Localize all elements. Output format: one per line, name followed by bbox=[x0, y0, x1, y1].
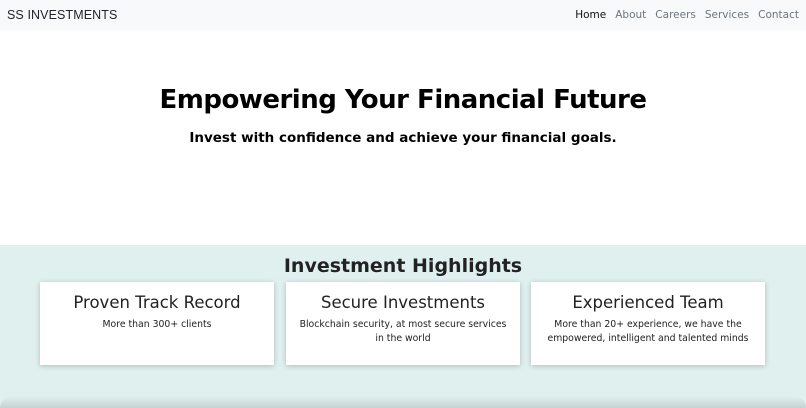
nav-link-contact[interactable]: Contact bbox=[758, 9, 799, 21]
card-title: Secure Investments bbox=[320, 293, 486, 312]
card-title: Experienced Team bbox=[572, 293, 724, 312]
highlight-card-track-record: Proven Track Record More than 300+ clien… bbox=[40, 282, 274, 365]
card-title: Proven Track Record bbox=[73, 293, 241, 312]
card-text: Blockchain security, at most secure serv… bbox=[299, 319, 507, 344]
nav-link-careers[interactable]: Careers bbox=[655, 9, 696, 21]
highlight-card-experienced-team: Experienced Team More than 20+ experienc… bbox=[531, 282, 765, 365]
nav-links: Home About Careers Services Contact bbox=[566, 9, 799, 21]
navbar: SS INVESTMENTS Home About Careers Servic… bbox=[0, 0, 806, 30]
nav-link-home[interactable]: Home bbox=[575, 9, 606, 21]
nav-link-services[interactable]: Services bbox=[705, 9, 749, 21]
card-text: More than 20+ experience, we have the em… bbox=[547, 319, 749, 344]
card-text: More than 300+ clients bbox=[102, 319, 212, 330]
hero-section: Empowering Your Financial Future Invest … bbox=[0, 30, 806, 245]
hero-title: Empowering Your Financial Future bbox=[159, 85, 647, 115]
brand-logo[interactable]: SS INVESTMENTS bbox=[7, 8, 117, 22]
hero-subtitle: Invest with confidence and achieve your … bbox=[189, 130, 617, 146]
nav-link-about[interactable]: About bbox=[615, 9, 646, 21]
highlights-section: Investment Highlights Proven Track Recor… bbox=[0, 245, 806, 408]
highlight-card-secure-investments: Secure Investments Blockchain security, … bbox=[286, 282, 520, 365]
bottom-shadow bbox=[0, 396, 806, 408]
highlights-title: Investment Highlights bbox=[283, 255, 523, 277]
